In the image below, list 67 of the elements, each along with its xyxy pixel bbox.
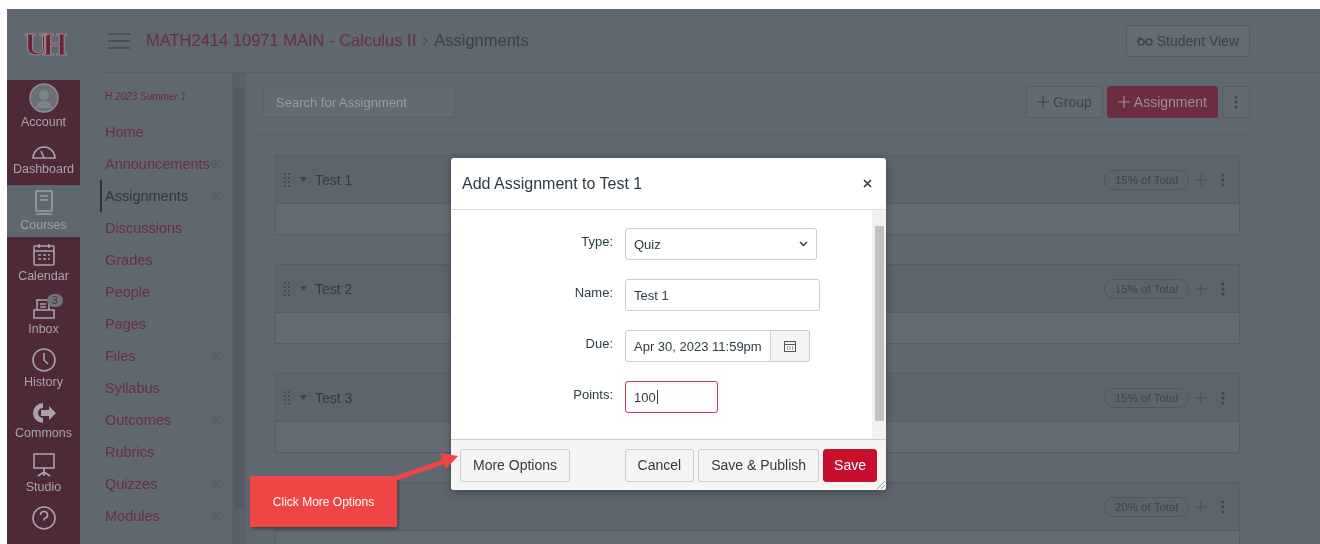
caret-icon[interactable] [300,177,307,182]
course-nav-link[interactable]: Quizzes [105,468,232,500]
caret-icon[interactable] [300,395,307,400]
type-dropdown[interactable]: Quiz [625,228,817,260]
nav-item[interactable]: Account [7,79,80,133]
calendar-icon [784,340,796,352]
course-nav-link[interactable]: Files [105,340,232,372]
drag-handle-icon[interactable] [284,390,290,405]
kebab-icon[interactable] [1221,281,1225,296]
glasses-icon [1136,35,1153,46]
scrollbar[interactable] [872,210,886,439]
course-link[interactable]: MATH2414 10971 MAIN - Calculus II [146,31,417,50]
dialog-button[interactable]: Save & Publish [698,448,820,482]
field-label: Due: [584,335,613,353]
drag-handle-icon[interactable] [284,172,290,187]
course-nav-link[interactable]: Home [105,116,232,148]
nav-item[interactable]: History [7,341,80,395]
nav-item[interactable]: Dashboard [7,132,80,185]
nav-item[interactable]: Inbox 3 [7,289,80,342]
resize-grip-icon[interactable] [876,480,885,489]
clock-icon [30,347,57,374]
dialog-button[interactable]: Cancel [624,448,695,482]
nav-item[interactable]: Calendar [7,237,80,290]
callout: Click More Options [250,476,397,527]
date-field[interactable]: Apr 30, 2023 11:59pm [625,330,771,362]
course-nav-link[interactable]: People [105,276,232,308]
calendar-icon [31,243,56,268]
help-icon[interactable] [30,505,57,532]
book-icon [33,189,54,216]
unread-badge: 3 [47,293,63,307]
calendar-button[interactable] [771,330,810,362]
course-nav-link[interactable]: Grades [105,244,232,276]
field-label: Name: [573,284,613,302]
course-nav-link[interactable]: Pages [105,308,232,340]
close-icon[interactable] [863,179,872,188]
course-nav-link[interactable]: Discussions [105,212,232,244]
add-button[interactable]: Assignment [1106,86,1218,118]
menu-icon[interactable] [108,32,130,49]
arrow-icon [31,401,56,424]
course-nav-link[interactable]: Rubrics [105,436,232,468]
nav-item[interactable]: Studio [7,446,80,500]
course-nav-link[interactable]: Outcomes [105,404,232,436]
nav-item[interactable]: Courses [7,184,80,238]
field-label: Points: [572,386,613,404]
kebab-icon[interactable] [1221,390,1225,405]
kebab-icon[interactable] [1221,172,1225,187]
chevron-down-icon [799,241,808,247]
course-nav-link[interactable]: Syllabus [105,372,232,404]
avatar-icon [28,83,59,114]
input-field[interactable]: Test 1 [625,279,820,311]
options-button[interactable] [1222,86,1250,118]
nav-item[interactable]: Commons [7,394,80,447]
field-label: Type: [580,233,613,251]
course-nav-link[interactable]: Modules [105,500,232,532]
drag-handle-icon[interactable] [284,281,290,296]
dialog-title: Add Assignment to Test 1 [462,174,643,193]
caret-icon[interactable] [300,286,307,291]
more-options-button[interactable]: More Options [460,448,571,482]
course-nav-link[interactable]: Announcements [105,148,232,180]
kebab-icon[interactable] [1234,95,1238,109]
plus-icon [1117,96,1130,108]
save-button[interactable]: Save [823,448,877,482]
presentation-icon [30,452,57,478]
kebab-icon[interactable] [1221,499,1225,514]
input-field[interactable]: 100 [625,381,718,413]
chevron-icon [422,35,429,46]
plus-icon [1036,96,1049,108]
